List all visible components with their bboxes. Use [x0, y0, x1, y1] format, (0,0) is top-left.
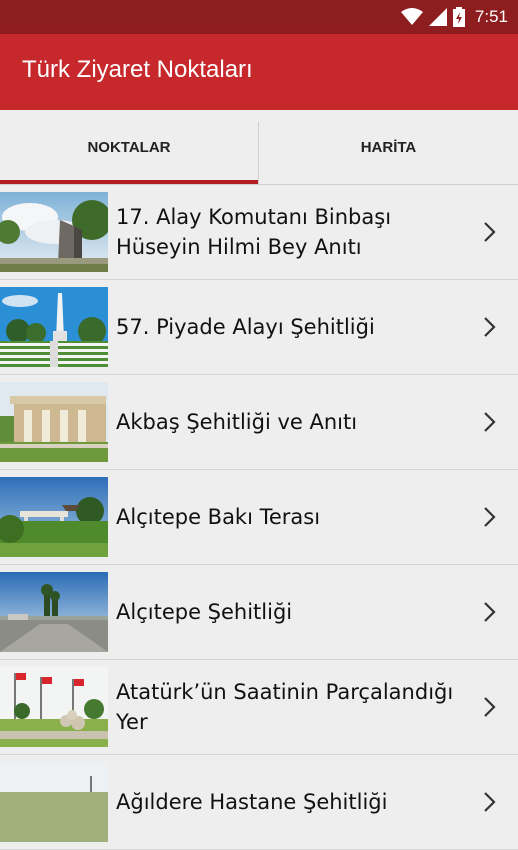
place-thumbnail: [0, 382, 108, 462]
status-time: 7:51: [474, 7, 508, 26]
tab-noktalar[interactable]: NOKTALAR: [0, 110, 258, 184]
list-item[interactable]: 57. Piyade Alayı Şehitliği: [0, 280, 518, 375]
place-name: Ağıldere Hastane Şehitliği: [116, 790, 388, 814]
chevron-right-icon: [484, 412, 496, 432]
places-list[interactable]: 17. Alay Komutanı Binbaşı Hüseyin Hilmi …: [0, 185, 518, 850]
wifi-icon: [400, 8, 423, 25]
chevron-right-icon: [484, 317, 496, 337]
list-item[interactable]: Ağıldere Hastane Şehitliği: [0, 755, 518, 850]
place-thumbnail: [0, 477, 108, 557]
chevron-right-icon: [484, 222, 496, 242]
cellular-signal-icon: [428, 8, 447, 26]
list-item[interactable]: Akbaş Şehitliği ve Anıtı: [0, 375, 518, 470]
place-thumbnail: [0, 667, 108, 747]
place-name: Alçıtepe Bakı Terası: [116, 505, 321, 529]
chevron-right-icon: [484, 697, 496, 717]
place-name: Atatürk’ün Saatinin Parçalandığı Yer: [116, 680, 454, 734]
list-item[interactable]: Alçıtepe Şehitliği: [0, 565, 518, 660]
list-item[interactable]: Alçıtepe Bakı Terası: [0, 470, 518, 565]
place-name: 17. Alay Komutanı Binbaşı Hüseyin Hilmi …: [116, 205, 392, 259]
place-thumbnail: [0, 192, 108, 272]
place-name: Alçıtepe Şehitliği: [116, 600, 293, 624]
chevron-right-icon: [484, 507, 496, 527]
tab-bar: NOKTALAR HARİTA: [0, 110, 518, 185]
place-name: 57. Piyade Alayı Şehitliği: [116, 315, 375, 339]
place-thumbnail: [0, 572, 108, 652]
list-item[interactable]: 17. Alay Komutanı Binbaşı Hüseyin Hilmi …: [0, 185, 518, 280]
battery-charging-icon: [452, 7, 465, 27]
selected-tab-indicator: [0, 180, 258, 184]
place-thumbnail: [0, 762, 108, 842]
place-name: Akbaş Şehitliği ve Anıtı: [116, 410, 358, 434]
app-title: Türk Ziyaret Noktaları: [22, 56, 253, 83]
app-bar: Türk Ziyaret Noktaları: [0, 34, 518, 110]
chevron-right-icon: [484, 792, 496, 812]
list-item[interactable]: Atatürk’ün Saatinin Parçalandığı Yer: [0, 660, 518, 755]
tab-harita[interactable]: HARİTA: [259, 110, 518, 184]
status-bar: 7:51: [0, 0, 518, 34]
chevron-right-icon: [484, 602, 496, 622]
place-thumbnail: [0, 287, 108, 367]
